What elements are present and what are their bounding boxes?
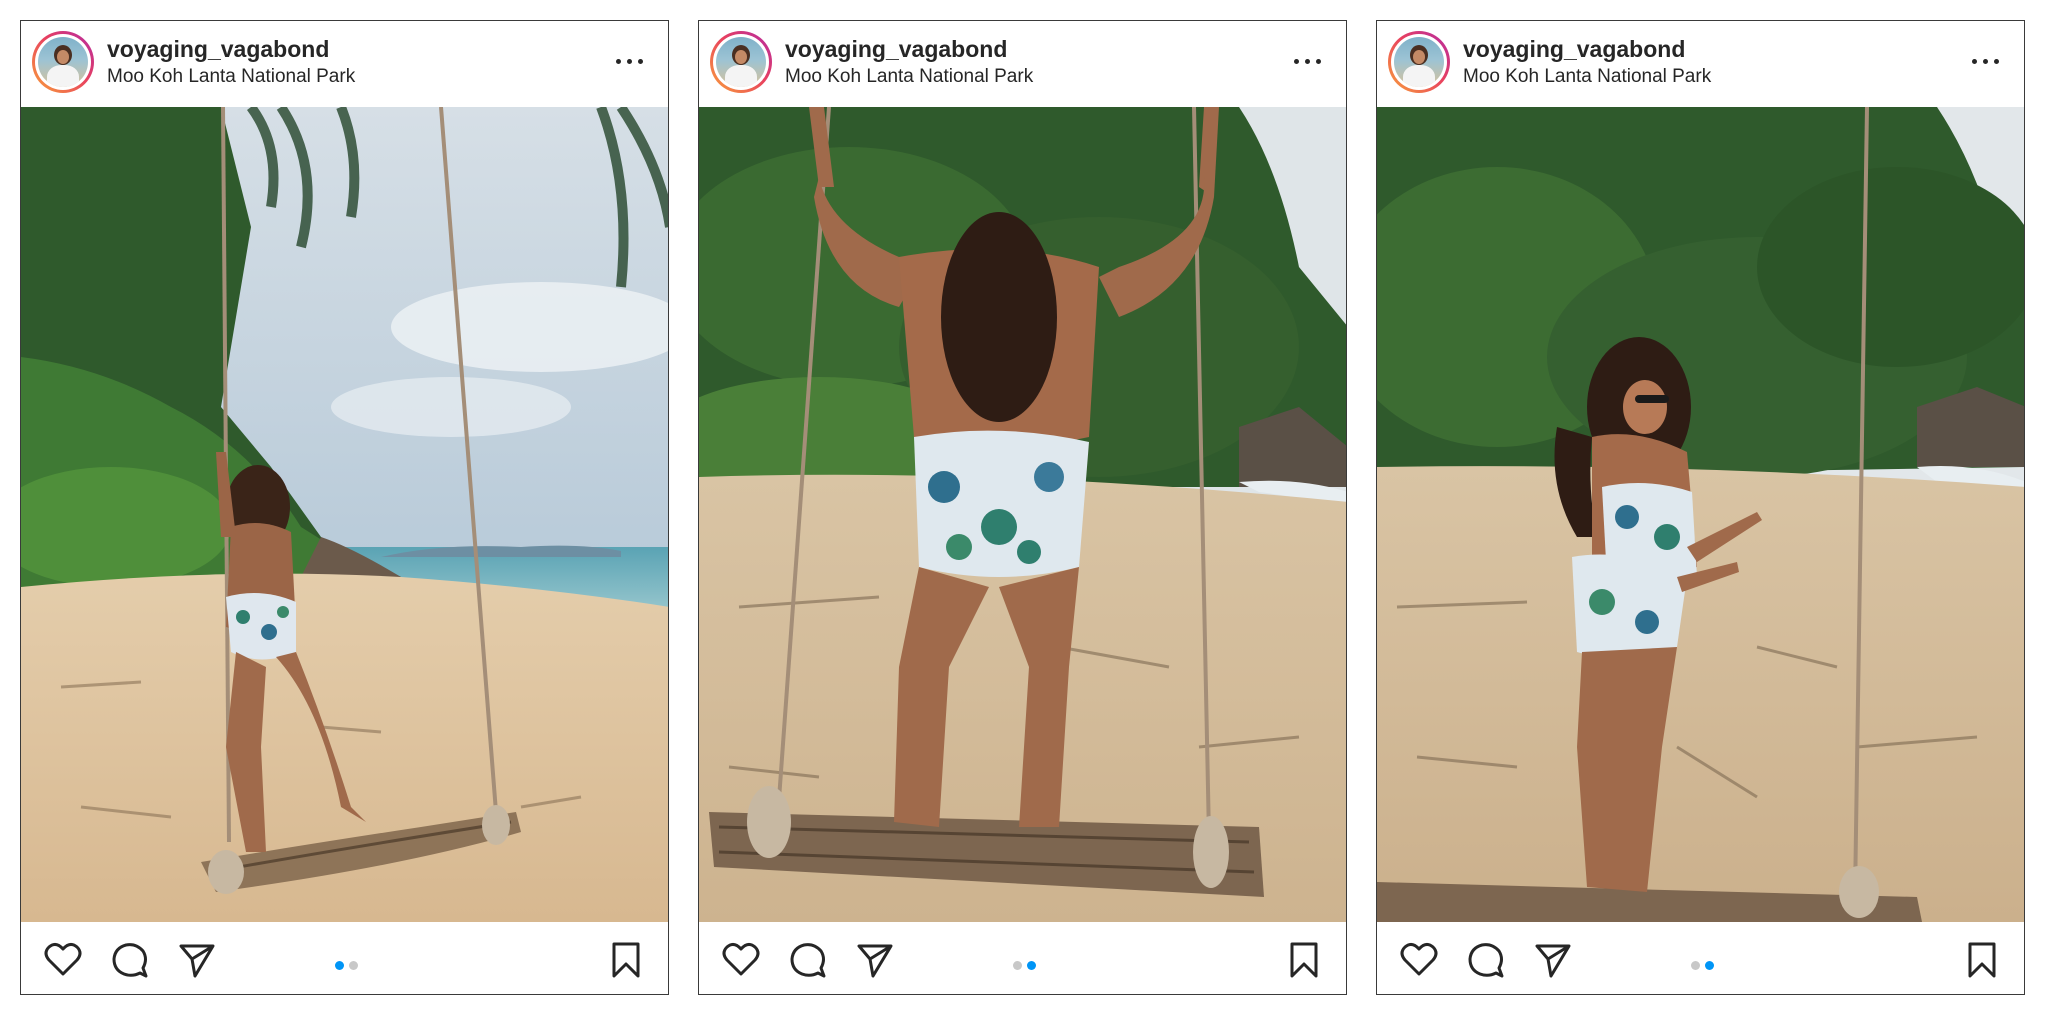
bookmark-icon[interactable] — [1962, 940, 2002, 980]
post-header: voyaging_vagabond Moo Koh Lanta National… — [699, 21, 1346, 107]
post-photo[interactable] — [699, 107, 1346, 922]
post-header: voyaging_vagabond Moo Koh Lanta National… — [1377, 21, 2024, 107]
send-icon[interactable] — [1533, 940, 1573, 980]
location-link[interactable]: Moo Koh Lanta National Park — [1463, 66, 1711, 88]
post-photo[interactable] — [21, 107, 668, 922]
comment-icon[interactable] — [1466, 940, 1506, 980]
avatar[interactable] — [32, 31, 94, 93]
post-photo[interactable] — [1377, 107, 2024, 922]
location-link[interactable]: Moo Koh Lanta National Park — [107, 66, 355, 88]
avatar[interactable] — [1388, 31, 1450, 93]
post-card-2: voyaging_vagabond Moo Koh Lanta National… — [698, 20, 1347, 995]
username[interactable]: voyaging_vagabond — [107, 36, 329, 63]
post-actions — [21, 922, 668, 994]
post-actions — [699, 922, 1346, 994]
heart-icon[interactable] — [43, 940, 83, 980]
comment-icon[interactable] — [110, 940, 150, 980]
post-card-1: voyaging_vagabond Moo Koh Lanta National… — [20, 20, 669, 995]
send-icon[interactable] — [855, 940, 895, 980]
avatar[interactable] — [710, 31, 772, 93]
heart-icon[interactable] — [721, 940, 761, 980]
more-options-icon[interactable] — [1972, 57, 2002, 67]
more-options-icon[interactable] — [1294, 57, 1324, 67]
bookmark-icon[interactable] — [1284, 940, 1324, 980]
location-link[interactable]: Moo Koh Lanta National Park — [785, 66, 1033, 88]
carousel-indicator — [699, 961, 1346, 971]
username[interactable]: voyaging_vagabond — [785, 36, 1007, 63]
more-options-icon[interactable] — [616, 57, 646, 67]
username[interactable]: voyaging_vagabond — [1463, 36, 1685, 63]
post-actions — [1377, 922, 2024, 994]
carousel-indicator — [21, 961, 668, 971]
send-icon[interactable] — [177, 940, 217, 980]
carousel-indicator — [1377, 961, 2024, 971]
post-card-3: voyaging_vagabond Moo Koh Lanta National… — [1376, 20, 2025, 995]
heart-icon[interactable] — [1399, 940, 1439, 980]
post-header: voyaging_vagabond Moo Koh Lanta National… — [21, 21, 668, 107]
comment-icon[interactable] — [788, 940, 828, 980]
bookmark-icon[interactable] — [606, 940, 646, 980]
